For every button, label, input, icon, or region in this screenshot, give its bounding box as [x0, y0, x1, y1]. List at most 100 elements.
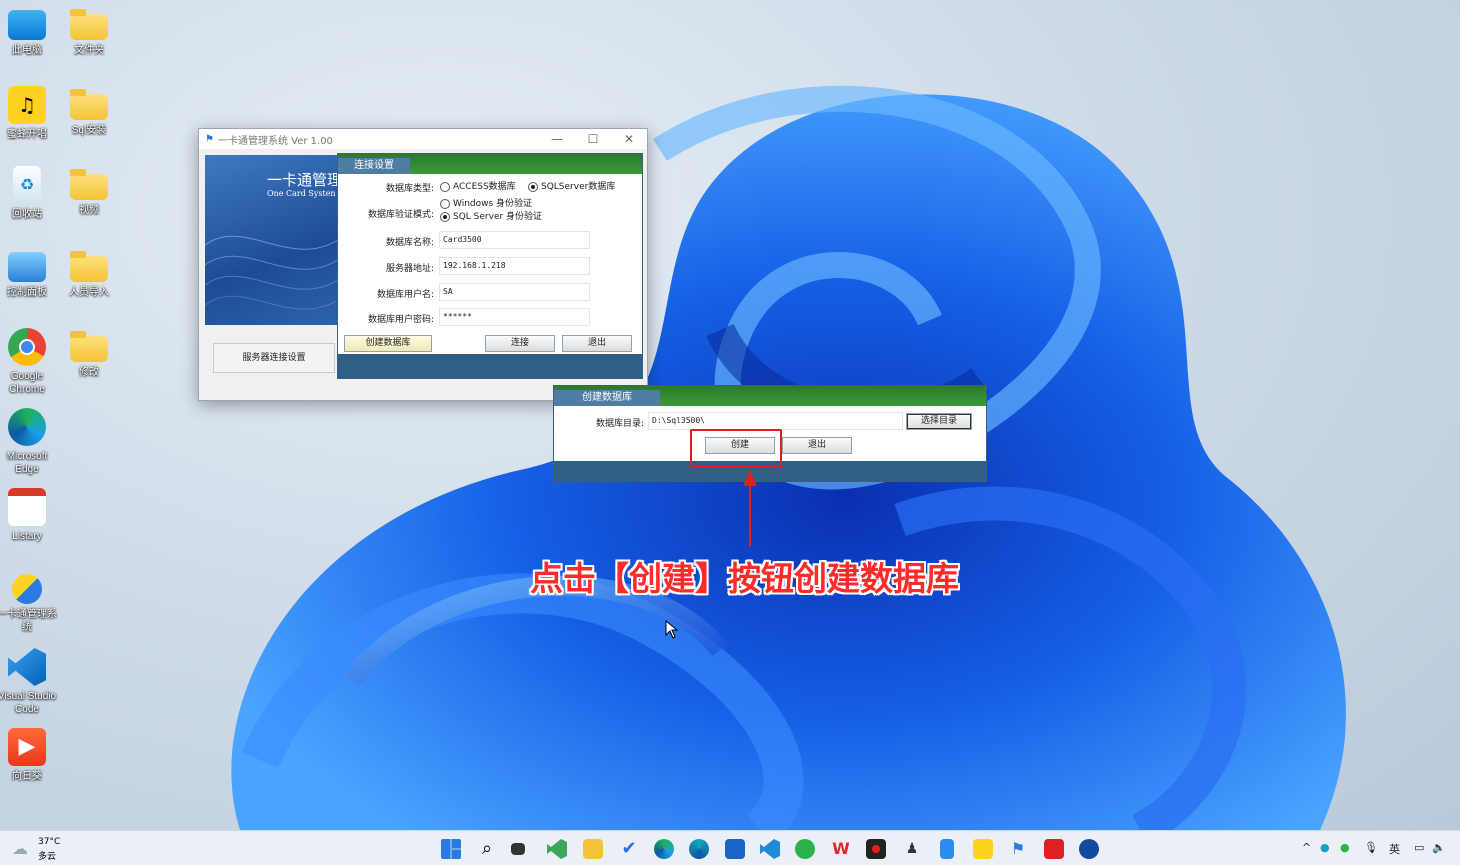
wechat-icon[interactable]	[795, 839, 815, 859]
cursor-icon	[665, 620, 679, 639]
connect-dialog: 连接设置 数据库类型: ACCESS数据库 SQLServer数据库 数据库验证…	[337, 153, 643, 379]
db-password-field[interactable]: ******	[439, 308, 590, 326]
listary-icon	[8, 488, 46, 526]
volume-icon[interactable]: 🔈	[1432, 841, 1446, 854]
db-type-label: 数据库类型:	[385, 184, 434, 194]
folder-icon	[70, 169, 108, 200]
maximize-button[interactable]: ☐	[575, 132, 611, 146]
folder-icon	[70, 331, 108, 362]
tray-app-icon[interactable]: ●	[1320, 841, 1330, 854]
desktop-icon-sql-install[interactable]: Sql安装	[58, 86, 120, 137]
todo-icon[interactable]: ✔	[619, 839, 639, 859]
store-icon[interactable]	[725, 839, 745, 859]
desktop-icon-folder[interactable]: 文件夹	[58, 6, 120, 57]
wps-icon[interactable]: W	[831, 839, 851, 859]
connect-button[interactable]: 连接	[485, 335, 555, 352]
beehive-icon[interactable]	[973, 839, 993, 859]
recycle-bin-icon: ♻	[13, 166, 41, 204]
cloud-icon: ☁	[12, 839, 28, 858]
person-icon[interactable]: ♟	[902, 839, 922, 859]
task-view-icon[interactable]	[511, 843, 525, 855]
chevron-up-icon[interactable]: ^	[1302, 841, 1311, 854]
vscode-icon	[8, 648, 46, 686]
folder-icon	[70, 251, 108, 282]
desktop-icon-chrome[interactable]: Google Chrome	[0, 328, 58, 396]
server-address-label: 服务器地址:	[385, 264, 434, 274]
main-window-titlebar[interactable]: ⚑ 一卡通管理系统 Ver 1.00 — ☐ ✕	[199, 129, 647, 149]
flag-icon: ⚑	[205, 133, 214, 145]
window-title: 一卡通管理系统 Ver 1.00	[217, 135, 333, 147]
banner-title: 一卡通管理	[267, 171, 343, 189]
radio-windows-auth[interactable]: Windows 身份验证	[440, 196, 532, 209]
edge-icon[interactable]	[654, 839, 674, 859]
minimize-button[interactable]: —	[539, 132, 575, 146]
visual-studio-icon[interactable]	[547, 839, 567, 859]
radio-sqlserver-button[interactable]	[528, 181, 538, 192]
create-database-button[interactable]: 创建数据库	[344, 335, 432, 352]
ime-indicator[interactable]: 英	[1389, 841, 1400, 857]
folder-icon	[70, 89, 108, 120]
onecard-icon	[12, 574, 42, 604]
display-icon[interactable]: ▭	[1414, 841, 1424, 854]
radio-access-button[interactable]	[440, 181, 450, 192]
choose-directory-button[interactable]: 选择目录	[906, 413, 972, 430]
db-username-field[interactable]: SA	[439, 283, 590, 301]
annotation-caption: 点击【创建】按钮创建数据库	[530, 559, 959, 598]
weather-temp: 37°C	[38, 837, 61, 847]
desktop-icon-sunlogin[interactable]: ▶ 向日葵	[0, 728, 58, 783]
highlight-box	[690, 429, 782, 468]
desktop-icon-import[interactable]: 人员导入	[58, 248, 120, 299]
fudu-icon[interactable]	[1044, 839, 1064, 859]
edge-icon	[8, 408, 46, 446]
exit-create-button[interactable]: 退出	[782, 437, 852, 454]
file-explorer-icon[interactable]	[583, 839, 603, 859]
desktop-icon-onecard[interactable]: 一卡通管理系统	[0, 574, 58, 634]
desktop-icon-edge[interactable]: Microsoft Edge	[0, 408, 58, 476]
search-icon[interactable]: ⌕	[477, 839, 497, 859]
vscode-icon[interactable]	[760, 839, 780, 859]
auth-mode-label: 数据库验证模式:	[367, 210, 434, 220]
weather-widget[interactable]: ☁ 37°C 多云	[12, 837, 72, 862]
desktop-icon-listary[interactable]: Listary	[0, 488, 58, 543]
edge-dev-icon[interactable]	[689, 839, 709, 859]
recorder-icon[interactable]	[866, 839, 886, 859]
start-icon[interactable]	[441, 839, 461, 859]
desktop-icon-vscode[interactable]: Visual Studio Code	[0, 648, 58, 716]
tab-create-database[interactable]: 创建数据库	[554, 390, 660, 406]
desktop-icon-recycle-bin[interactable]: ♻ 回收站	[0, 166, 58, 221]
phone-icon[interactable]	[940, 839, 954, 859]
network-icon[interactable]	[1079, 839, 1099, 859]
db-dir-field[interactable]: D:\Sql3500\	[648, 412, 903, 430]
banner: 一卡通管理 One Card Systen	[205, 155, 345, 325]
control-panel-icon	[8, 252, 46, 282]
desktop-icon-video[interactable]: 视频	[58, 166, 120, 217]
weather-desc: 多云	[38, 852, 57, 862]
radio-sql-auth-button[interactable]	[440, 211, 450, 222]
microphone-icon[interactable]: 🎙	[1364, 841, 1378, 854]
folder-icon	[70, 9, 108, 40]
radio-access[interactable]: ACCESS数据库	[440, 179, 516, 192]
create-db-dialog-header: 创建数据库	[554, 386, 986, 406]
annotation-arrow	[743, 470, 757, 546]
flag-icon[interactable]: ⚑	[1008, 839, 1028, 859]
server-connect-settings-button[interactable]: 服务器连接设置	[213, 343, 335, 373]
desktop-icon-control-panel[interactable]: 控制面板	[0, 248, 58, 299]
radio-windows-auth-button[interactable]	[440, 198, 450, 209]
desktop-icon-mifeng[interactable]: ♫ 蜜蜂开唱	[0, 86, 58, 141]
db-password-label: 数据库用户密码:	[367, 315, 434, 325]
exit-button[interactable]: 退出	[562, 335, 632, 352]
radio-sqlserver[interactable]: SQLServer数据库	[528, 179, 615, 192]
db-name-field[interactable]: Card3500	[439, 231, 590, 249]
db-dir-label: 数据库目录:	[595, 419, 644, 429]
desktop-icon-modify[interactable]: 修改	[58, 328, 120, 379]
connect-dialog-header: 连接设置	[338, 154, 642, 174]
tab-connect-settings[interactable]: 连接设置	[338, 158, 410, 174]
wechat-tray-icon[interactable]: ●	[1340, 841, 1350, 854]
taskbar: ☁ 37°C 多云 ⌕ ✔ W ♟ ⚑ ^ ● ● 🎙 英 ▭ 🔈	[0, 830, 1460, 865]
server-address-field[interactable]: 192.168.1.218	[439, 257, 590, 275]
chrome-icon	[8, 328, 46, 366]
banner-subtitle: One Card Systen	[267, 189, 336, 198]
close-button[interactable]: ✕	[611, 132, 647, 146]
radio-sql-auth[interactable]: SQL Server 身份验证	[440, 209, 542, 222]
desktop-icon-this-pc[interactable]: 此电脑	[0, 6, 58, 57]
